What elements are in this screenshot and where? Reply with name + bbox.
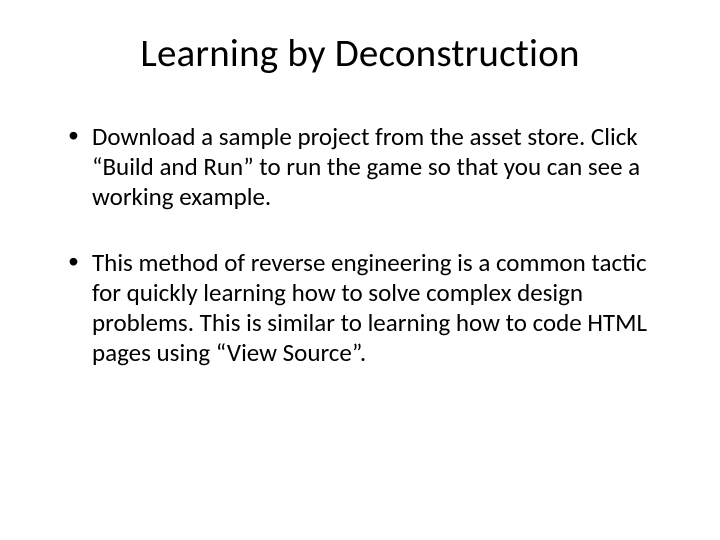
bullet-list: Download a sample project from the asset… xyxy=(50,122,670,368)
slide-title: Learning by Deconstruction xyxy=(50,30,670,77)
list-item: Download a sample project from the asset… xyxy=(68,122,670,212)
list-item: This method of reverse engineering is a … xyxy=(68,248,670,368)
